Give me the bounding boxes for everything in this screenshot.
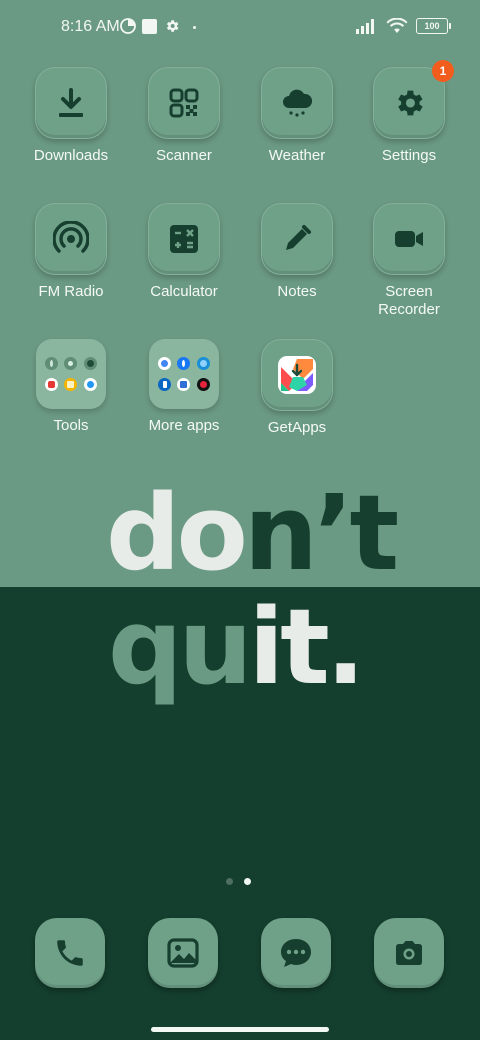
more-apps-folder-tile[interactable]: [149, 339, 219, 409]
calculator-tile[interactable]: [148, 203, 220, 275]
battery-level: 100: [424, 21, 440, 31]
radio-icon: [53, 221, 89, 253]
app-label: Settings: [381, 147, 437, 164]
opera-mini-icon: [196, 378, 210, 391]
app-label: Downloads: [33, 147, 109, 164]
page-indicator: [226, 878, 251, 885]
slogan-part: n’t: [243, 472, 399, 594]
download-icon: [59, 88, 83, 117]
getapps-icon: [278, 356, 316, 394]
recorder-mini-icon: [45, 357, 59, 370]
getapps-tile[interactable]: [261, 339, 333, 411]
home-indicator[interactable]: [151, 1027, 329, 1032]
app-label: Weather: [268, 147, 326, 164]
gallery-icon: [167, 938, 199, 968]
status-bar: 8:16 AM 100: [0, 0, 480, 56]
facebook-mini-icon: [177, 357, 191, 370]
settings-tile[interactable]: 1: [373, 60, 454, 139]
app-downloads[interactable]: Downloads: [15, 67, 127, 165]
folder-label: More apps: [148, 417, 220, 434]
weather-tile[interactable]: [261, 67, 333, 139]
pencil-icon: [286, 225, 311, 250]
folder-more-apps[interactable]: More apps: [128, 339, 240, 435]
gear-icon: [398, 90, 423, 116]
app-scanner[interactable]: Scanner: [128, 67, 240, 165]
globe-mini-icon: [196, 357, 210, 370]
more-notifications-dot: [193, 26, 196, 29]
page-dot[interactable]: [226, 878, 233, 885]
app-label: Notes: [277, 283, 317, 300]
app-label: FM Radio: [38, 283, 104, 300]
notification-square-icon: [142, 19, 157, 34]
linkedin-mini-icon: [158, 378, 172, 391]
app-settings[interactable]: 1 Settings: [353, 60, 465, 165]
phone-icon: [57, 940, 83, 966]
message-icon: [281, 939, 311, 967]
dock-messages[interactable]: [261, 918, 331, 988]
app-label: Scanner: [156, 147, 212, 164]
camera-icon: [396, 941, 422, 965]
app-label: Calculator: [150, 283, 218, 300]
folder-label: Tools: [53, 417, 89, 434]
status-time: 8:16 AM: [61, 18, 120, 35]
dock-phone[interactable]: [35, 918, 105, 988]
app-weather[interactable]: Weather: [241, 67, 353, 165]
settings-notification-icon: [166, 20, 179, 32]
wallpaper-slogan-line2: quit.: [108, 586, 365, 708]
app-calculator[interactable]: Calculator: [128, 203, 240, 301]
scanner-tile[interactable]: [148, 67, 220, 139]
screen-recorder-tile[interactable]: [373, 203, 445, 275]
app-getapps[interactable]: GetApps: [241, 339, 353, 437]
notes-mini-icon: [64, 378, 78, 391]
calculator-icon: [170, 225, 198, 253]
notes-tile[interactable]: [261, 203, 333, 275]
tools-folder-tile[interactable]: [36, 339, 106, 409]
app-notes[interactable]: Notes: [241, 203, 353, 301]
app-label: GetApps: [267, 419, 327, 436]
app-fm-radio[interactable]: FM Radio: [15, 203, 127, 301]
dock-gallery[interactable]: [148, 918, 218, 988]
slogan-part: qu: [108, 586, 252, 708]
wifi-icon: [386, 18, 408, 33]
mi-mini-icon: [45, 378, 59, 391]
security-mini-icon: [83, 357, 97, 370]
battery-icon: 100: [416, 18, 451, 34]
slogan-part: do: [106, 472, 248, 594]
slogan-part: it.: [248, 586, 365, 708]
fm-radio-tile[interactable]: [35, 203, 107, 275]
data-saver-icon: [120, 18, 136, 34]
share-mini-icon: [64, 357, 78, 370]
page-dot-active[interactable]: [244, 878, 251, 885]
photo-mini-icon: [177, 378, 191, 391]
weather-icon: [283, 89, 313, 117]
folder-tools[interactable]: Tools: [15, 339, 127, 435]
notification-badge: 1: [432, 60, 454, 82]
app-label: Screen Recorder: [378, 283, 440, 318]
dock-camera[interactable]: [374, 918, 444, 988]
browser-mini-icon: [83, 378, 97, 391]
downloads-tile[interactable]: [35, 67, 107, 139]
app-screen-recorder[interactable]: Screen Recorder: [353, 203, 465, 319]
wallpaper-slogan-line1: don’t: [106, 472, 399, 594]
video-camera-icon: [395, 231, 423, 247]
qr-scanner-icon: [169, 88, 199, 118]
signal-icon: [356, 19, 374, 34]
chrome-mini-icon: [158, 357, 172, 370]
